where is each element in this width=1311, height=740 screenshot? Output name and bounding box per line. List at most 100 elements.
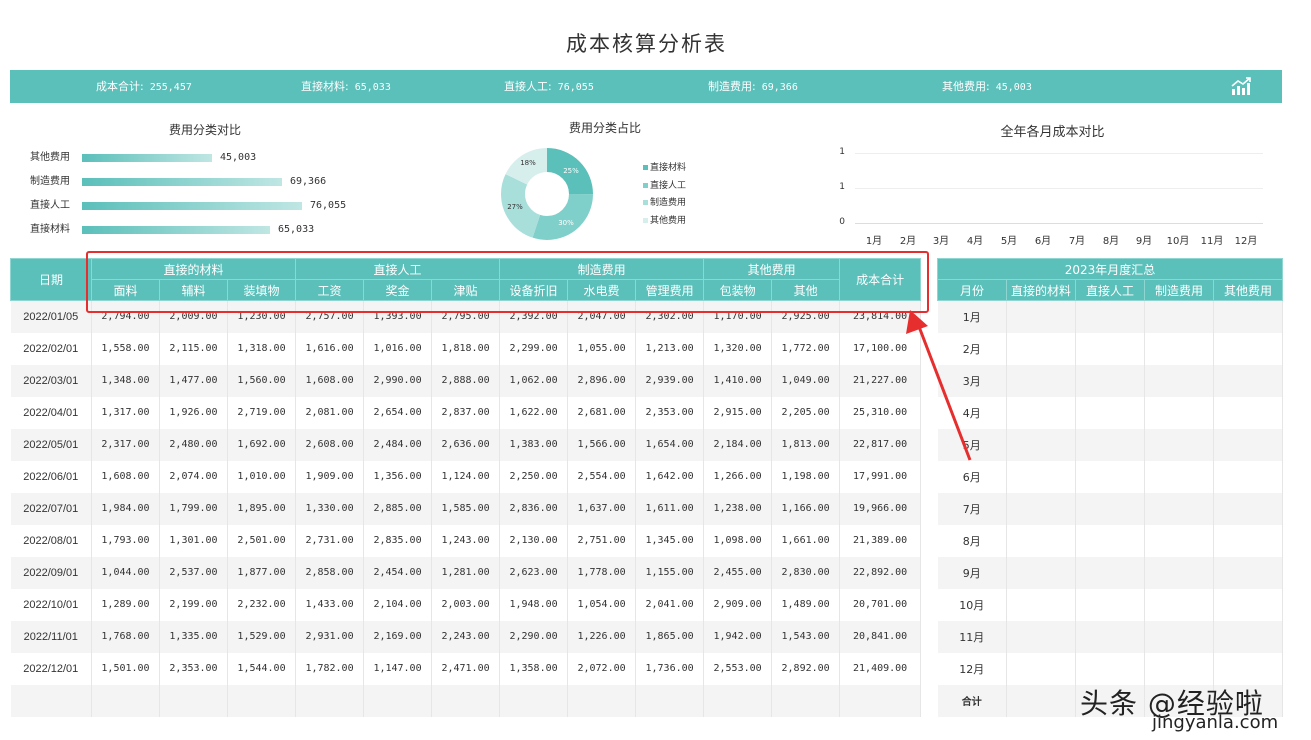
value-cell[interactable] <box>1006 364 1076 397</box>
value-cell[interactable]: 2,681.00 <box>567 396 637 429</box>
value-cell[interactable]: 1,238.00 <box>703 492 773 525</box>
value-cell[interactable] <box>1006 620 1076 653</box>
value-cell[interactable]: 1,489.00 <box>771 588 841 621</box>
value-cell[interactable] <box>1075 460 1145 493</box>
value-cell[interactable]: 1,054.00 <box>567 588 637 621</box>
value-cell[interactable]: 1,543.00 <box>771 620 841 653</box>
value-cell[interactable]: 2,931.00 <box>295 620 365 653</box>
value-cell[interactable]: 21,409.00 <box>839 652 922 685</box>
date-cell[interactable]: 2022/10/01 <box>10 588 92 621</box>
value-cell[interactable] <box>1075 524 1145 557</box>
date-cell[interactable]: 2022/01/05 <box>10 300 92 333</box>
value-cell[interactable]: 1,818.00 <box>431 332 501 365</box>
value-cell[interactable] <box>159 684 228 717</box>
value-cell[interactable]: 1,055.00 <box>567 332 637 365</box>
value-cell[interactable] <box>703 684 773 717</box>
value-cell[interactable]: 1,560.00 <box>227 364 297 397</box>
value-cell[interactable] <box>1144 556 1214 589</box>
value-cell[interactable] <box>363 684 433 717</box>
value-cell[interactable]: 1,736.00 <box>635 652 705 685</box>
value-cell[interactable] <box>1144 588 1214 621</box>
value-cell[interactable]: 2,892.00 <box>771 652 841 685</box>
value-cell[interactable] <box>1213 652 1284 685</box>
value-cell[interactable]: 2,858.00 <box>295 556 365 589</box>
value-cell[interactable]: 1,477.00 <box>159 364 228 397</box>
value-cell[interactable]: 1,909.00 <box>295 460 365 493</box>
value-cell[interactable]: 1,213.00 <box>635 332 705 365</box>
value-cell[interactable]: 2,896.00 <box>567 364 637 397</box>
value-cell[interactable]: 2,537.00 <box>159 556 228 589</box>
month-cell[interactable]: 8月 <box>937 524 1007 557</box>
value-cell[interactable]: 2,830.00 <box>771 556 841 589</box>
value-cell[interactable]: 2,130.00 <box>499 524 569 557</box>
value-cell[interactable]: 2,072.00 <box>567 652 637 685</box>
value-cell[interactable]: 1,895.00 <box>227 492 297 525</box>
value-cell[interactable]: 1,637.00 <box>567 492 637 525</box>
value-cell[interactable] <box>1213 396 1284 429</box>
value-cell[interactable] <box>1144 524 1214 557</box>
value-cell[interactable] <box>1006 332 1076 365</box>
value-cell[interactable]: 2,250.00 <box>499 460 569 493</box>
value-cell[interactable]: 2,205.00 <box>771 396 841 429</box>
value-cell[interactable] <box>1144 428 1214 461</box>
value-cell[interactable]: 2,074.00 <box>159 460 228 493</box>
value-cell[interactable]: 2,554.00 <box>567 460 637 493</box>
value-cell[interactable] <box>1213 428 1284 461</box>
value-cell[interactable]: 2,837.00 <box>431 396 501 429</box>
value-cell[interactable] <box>1075 492 1145 525</box>
date-cell[interactable]: 2022/02/01 <box>10 332 92 365</box>
value-cell[interactable]: 1,778.00 <box>567 556 637 589</box>
value-cell[interactable]: 2,553.00 <box>703 652 773 685</box>
value-cell[interactable]: 1,529.00 <box>227 620 297 653</box>
value-cell[interactable]: 1,501.00 <box>91 652 160 685</box>
value-cell[interactable]: 2,836.00 <box>499 492 569 525</box>
value-cell[interactable]: 1,410.00 <box>703 364 773 397</box>
value-cell[interactable] <box>431 684 501 717</box>
value-cell[interactable]: 1,948.00 <box>499 588 569 621</box>
value-cell[interactable]: 1,166.00 <box>771 492 841 525</box>
value-cell[interactable] <box>1213 556 1284 589</box>
value-cell[interactable] <box>1006 492 1076 525</box>
value-cell[interactable]: 1,198.00 <box>771 460 841 493</box>
value-cell[interactable] <box>1213 332 1284 365</box>
value-cell[interactable] <box>1075 332 1145 365</box>
value-cell[interactable]: 1,692.00 <box>227 428 297 461</box>
value-cell[interactable]: 2,888.00 <box>431 364 501 397</box>
month-cell[interactable]: 9月 <box>937 556 1007 589</box>
value-cell[interactable] <box>1144 332 1214 365</box>
value-cell[interactable]: 1,544.00 <box>227 652 297 685</box>
value-cell[interactable] <box>1144 620 1214 653</box>
month-cell[interactable]: 12月 <box>937 652 1007 685</box>
value-cell[interactable] <box>1006 460 1076 493</box>
value-cell[interactable] <box>1006 524 1076 557</box>
value-cell[interactable]: 1,147.00 <box>363 652 433 685</box>
value-cell[interactable]: 2,719.00 <box>227 396 297 429</box>
value-cell[interactable]: 1,942.00 <box>703 620 773 653</box>
value-cell[interactable] <box>1006 300 1076 333</box>
date-cell[interactable] <box>10 684 92 717</box>
value-cell[interactable]: 1,782.00 <box>295 652 365 685</box>
value-cell[interactable]: 2,885.00 <box>363 492 433 525</box>
value-cell[interactable]: 22,892.00 <box>839 556 922 589</box>
month-cell[interactable]: 10月 <box>937 588 1007 621</box>
value-cell[interactable]: 1,877.00 <box>227 556 297 589</box>
value-cell[interactable]: 2,915.00 <box>703 396 773 429</box>
value-cell[interactable]: 1,616.00 <box>295 332 365 365</box>
value-cell[interactable]: 2,115.00 <box>159 332 228 365</box>
value-cell[interactable] <box>1006 428 1076 461</box>
date-cell[interactable]: 2022/09/01 <box>10 556 92 589</box>
value-cell[interactable]: 2,480.00 <box>159 428 228 461</box>
value-cell[interactable]: 2,169.00 <box>363 620 433 653</box>
value-cell[interactable] <box>1144 652 1214 685</box>
value-cell[interactable]: 19,966.00 <box>839 492 922 525</box>
date-cell[interactable]: 2022/07/01 <box>10 492 92 525</box>
value-cell[interactable] <box>1144 460 1214 493</box>
value-cell[interactable]: 2,041.00 <box>635 588 705 621</box>
value-cell[interactable]: 2,455.00 <box>703 556 773 589</box>
value-cell[interactable]: 1,044.00 <box>91 556 160 589</box>
value-cell[interactable]: 1,155.00 <box>635 556 705 589</box>
value-cell[interactable]: 2,623.00 <box>499 556 569 589</box>
value-cell[interactable]: 1,016.00 <box>363 332 433 365</box>
value-cell[interactable] <box>1144 492 1214 525</box>
value-cell[interactable]: 1,383.00 <box>499 428 569 461</box>
